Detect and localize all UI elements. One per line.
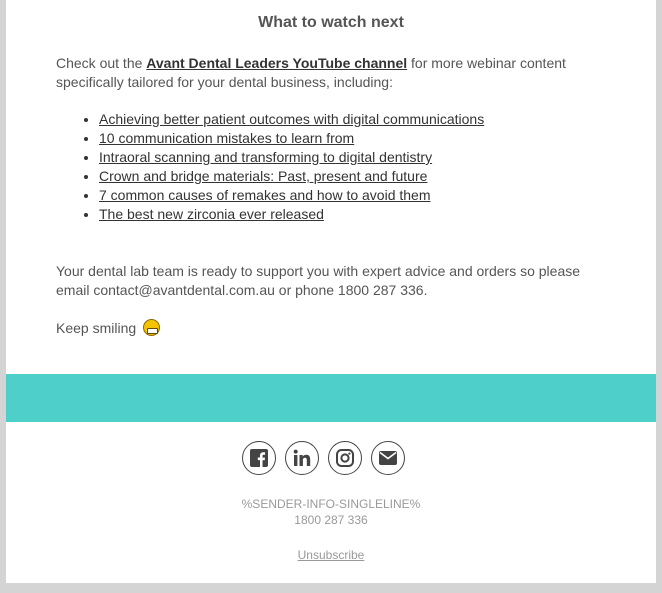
intro-paragraph: Check out the Avant Dental Leaders YouTu… (56, 54, 596, 92)
signoff-text: Keep smiling (56, 320, 137, 336)
section-title: What to watch next (258, 14, 404, 31)
list-item: 7 common causes of remakes and how to av… (99, 186, 484, 205)
list-item: Crown and bridge materials: Past, presen… (99, 167, 484, 186)
webinar-link[interactable]: 7 common causes of remakes and how to av… (99, 187, 431, 203)
email-button[interactable] (371, 441, 405, 475)
webinar-list: Achieving better patient outcomes with d… (81, 110, 484, 224)
intro-text-before: Check out the (56, 55, 147, 71)
sender-info: %SENDER-INFO-SINGLELINE% (241, 497, 421, 511)
facebook-button[interactable] (242, 441, 276, 475)
footer-phone: 1800 287 336 (294, 513, 368, 527)
email-body: What to watch next Check out the Avant D… (6, 0, 656, 583)
webinar-link[interactable]: 10 communication mistakes to learn from (99, 130, 354, 146)
list-item: Intraoral scanning and transforming to d… (99, 148, 484, 167)
grinning-face-icon (143, 319, 161, 336)
youtube-channel-link[interactable]: Avant Dental Leaders YouTube channel (146, 55, 407, 71)
list-item: The best new zirconia ever released (99, 205, 484, 224)
social-links (242, 441, 405, 477)
signoff: Keep smiling (56, 319, 161, 338)
unsubscribe-link[interactable]: Unsubscribe (6, 548, 656, 562)
linkedin-button[interactable] (285, 441, 319, 475)
instagram-button[interactable] (328, 441, 362, 475)
facebook-icon (250, 449, 268, 467)
webinar-link[interactable]: Crown and bridge materials: Past, presen… (99, 168, 427, 184)
list-item: 10 communication mistakes to learn from (99, 129, 484, 148)
webinar-link[interactable]: Achieving better patient outcomes with d… (99, 111, 484, 127)
webinar-link[interactable]: Intraoral scanning and transforming to d… (99, 149, 432, 165)
webinar-link[interactable]: The best new zirconia ever released (99, 206, 324, 222)
linkedin-icon (293, 449, 311, 466)
email-icon (379, 451, 397, 465)
email-viewport: What to watch next Check out the Avant D… (0, 0, 662, 593)
teal-divider-band (6, 374, 656, 422)
instagram-icon (336, 449, 354, 467)
support-paragraph: Your dental lab team is ready to support… (56, 263, 581, 298)
list-item: Achieving better patient outcomes with d… (99, 110, 484, 129)
